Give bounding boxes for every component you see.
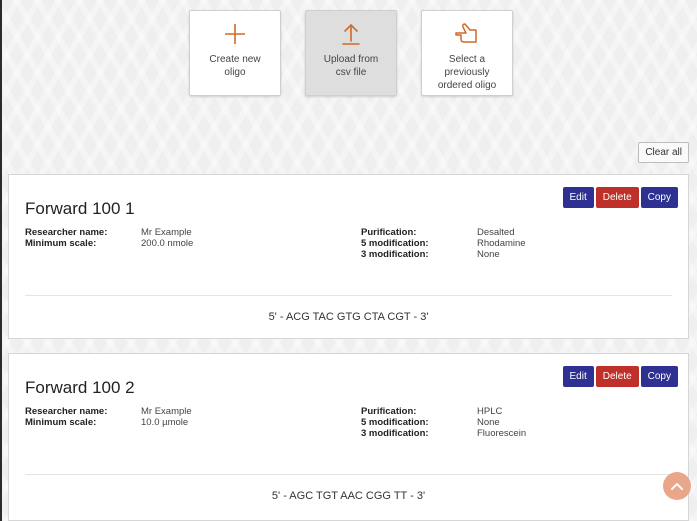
- scale-label: Minimum scale:: [25, 417, 97, 428]
- tile-label-line3: ordered oligo: [437, 80, 497, 91]
- edit-button[interactable]: Edit: [562, 187, 594, 208]
- card-divider: [25, 295, 672, 296]
- oligo-left-fields: Researcher name: Mr Example Minimum scale…: [25, 406, 192, 428]
- select-previous-oligo-tile[interactable]: Select a previously ordered oligo: [421, 10, 513, 96]
- card-divider: [25, 474, 672, 475]
- oligo-right-fields: Purification: Desalted 5 modification: Rho…: [361, 227, 526, 260]
- chevron-up-icon: [671, 482, 683, 490]
- researcher-value: Mr Example: [141, 227, 192, 238]
- scale-value: 200.0 nmole: [141, 238, 194, 249]
- edit-button[interactable]: Edit: [562, 366, 594, 387]
- create-new-oligo-tile[interactable]: Create new oligo: [189, 10, 281, 96]
- purification-label: Purification:: [361, 227, 417, 238]
- oligo-left-fields: Researcher name: Mr Example Minimum scale…: [25, 227, 193, 249]
- tile-label-line2: csv file: [335, 67, 367, 78]
- mod5-value: Rhodamine: [477, 238, 526, 249]
- mod3-value: Fluorescein: [477, 428, 527, 439]
- mod3-label: 3 modification:: [361, 249, 429, 260]
- oligo-card: Edit Delete Copy Forward 100 2 Researche…: [8, 353, 689, 521]
- researcher-label: Researcher name:: [25, 406, 108, 417]
- scroll-to-top-button[interactable]: [663, 472, 691, 500]
- oligo-right-fields: Purification: HPLC 5 modification: None 3 …: [361, 406, 526, 439]
- mod3-label: 3 modification:: [361, 428, 429, 439]
- researcher-value: Mr Example: [141, 406, 192, 417]
- purification-label: Purification:: [361, 406, 417, 417]
- scale-value: 10.0 µmole: [141, 417, 189, 428]
- copy-button[interactable]: Copy: [640, 187, 678, 208]
- mod5-value: None: [477, 417, 500, 428]
- oligo-card: Edit Delete Copy Forward 100 1 Researche…: [8, 174, 689, 339]
- pointing-hand-icon: [455, 23, 477, 43]
- oligo-title: Forward 100 2: [25, 378, 135, 397]
- delete-button[interactable]: Delete: [595, 187, 639, 208]
- tile-label-line2: previously: [444, 67, 490, 78]
- purification-value: HPLC: [477, 406, 503, 417]
- card-actions: Edit Delete Copy: [562, 187, 678, 208]
- card-actions: Edit Delete Copy: [562, 366, 678, 387]
- clear-all-button[interactable]: Clear all: [638, 142, 689, 163]
- scale-label: Minimum scale:: [25, 238, 97, 249]
- tile-label-line1: Create new: [209, 54, 261, 65]
- oligo-title: Forward 100 1: [25, 199, 135, 218]
- upload-csv-tile[interactable]: Upload from csv file: [305, 10, 397, 96]
- upload-icon: [342, 23, 360, 45]
- mod5-label: 5 modification:: [361, 417, 429, 428]
- copy-button[interactable]: Copy: [640, 366, 678, 387]
- tile-label-line1: Select a: [448, 54, 486, 65]
- delete-button[interactable]: Delete: [595, 366, 639, 387]
- purification-value: Desalted: [477, 227, 515, 238]
- mod5-label: 5 modification:: [361, 238, 429, 249]
- mod3-value: None: [477, 249, 500, 260]
- plus-icon: [225, 24, 245, 44]
- tile-label-line1: Upload from: [323, 54, 379, 65]
- tile-label-line2: oligo: [224, 67, 246, 78]
- oligo-sequence: 5' - AGC TGT AAC CGG TT - 3': [271, 490, 426, 502]
- oligo-sequence: 5' - ACG TAC GTG CTA CGT - 3': [268, 311, 429, 323]
- researcher-label: Researcher name:: [25, 227, 108, 238]
